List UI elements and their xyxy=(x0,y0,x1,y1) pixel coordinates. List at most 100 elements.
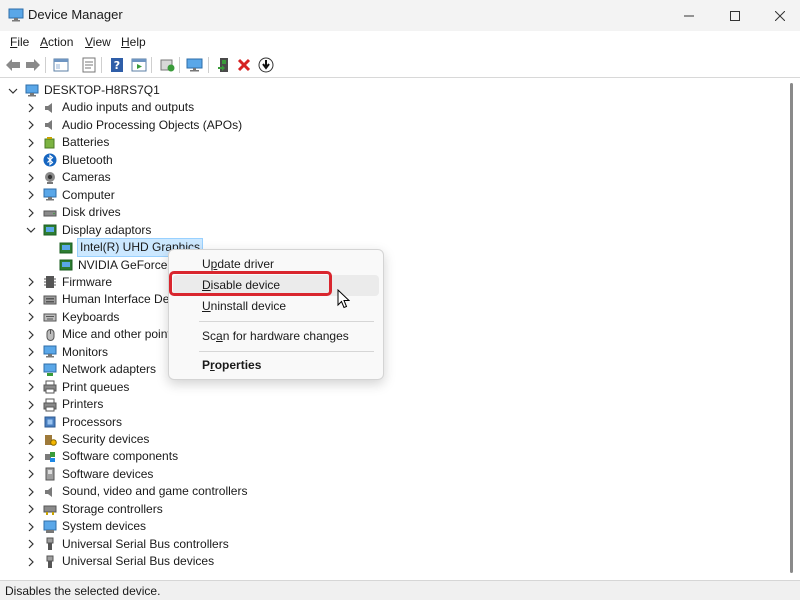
context-menu-separator xyxy=(199,321,374,322)
add-legacy-hardware-button[interactable] xyxy=(214,55,234,75)
scrollbar-thumb[interactable] xyxy=(790,83,793,573)
update-driver-button[interactable] xyxy=(157,55,177,75)
back-button[interactable] xyxy=(3,55,23,75)
add-legacy-hardware-icon xyxy=(218,58,228,72)
expand-chevron-icon[interactable] xyxy=(25,364,37,376)
tree-category-audio-processing-objects-apos[interactable]: Audio Processing Objects (APOs) xyxy=(25,117,242,134)
disk-drive-icon xyxy=(43,206,57,220)
tree-category-label: Universal Serial Bus devices xyxy=(62,554,215,569)
maximize-button[interactable] xyxy=(715,0,755,31)
expand-chevron-icon[interactable] xyxy=(25,486,37,498)
tree-category-display-adaptors[interactable]: Display adaptors xyxy=(25,222,151,239)
tree-category-audio-inputs-and-outputs[interactable]: Audio inputs and outputs xyxy=(25,99,194,116)
tree-category-label: Software components xyxy=(62,449,179,464)
menu-file[interactable]: File xyxy=(10,35,29,49)
expand-chevron-icon[interactable] xyxy=(25,503,37,515)
tree-category-print-queues[interactable]: Print queues xyxy=(25,379,129,396)
tree-category-universal-serial-bus-controllers[interactable]: Universal Serial Bus controllers xyxy=(25,536,229,553)
close-button[interactable] xyxy=(760,0,800,31)
tree-category-software-components[interactable]: Software components xyxy=(25,448,178,465)
printer-icon xyxy=(43,380,57,394)
maximize-icon xyxy=(730,10,740,21)
context-menu-scan-hardware[interactable]: Scan for hardware changes xyxy=(173,326,379,347)
keyboard-icon xyxy=(43,310,57,324)
expand-chevron-icon[interactable] xyxy=(25,102,37,114)
expand-chevron-icon[interactable] xyxy=(25,538,37,550)
expand-chevron-icon[interactable] xyxy=(25,434,37,446)
action-pane-button[interactable] xyxy=(129,55,149,75)
menu-help[interactable]: Help xyxy=(121,35,146,49)
tree-category-universal-serial-bus-devices[interactable]: Universal Serial Bus devices xyxy=(25,553,214,570)
bluetooth-icon xyxy=(43,153,57,167)
properties-button[interactable] xyxy=(79,55,99,75)
expand-chevron-icon[interactable] xyxy=(25,416,37,428)
tree-category-label: Software devices xyxy=(62,466,154,481)
expand-chevron-icon[interactable] xyxy=(25,346,37,358)
tree-category-cameras[interactable]: Cameras xyxy=(25,169,111,186)
system-device-icon xyxy=(43,520,57,534)
menu-view[interactable]: View xyxy=(85,35,111,49)
minimize-button[interactable] xyxy=(669,0,709,31)
software-device-icon xyxy=(43,467,57,481)
tree-category-network-adapters[interactable]: Network adapters xyxy=(25,361,156,378)
tree-category-firmware[interactable]: Firmware xyxy=(25,274,112,291)
expand-chevron-icon[interactable] xyxy=(25,521,37,533)
expand-chevron-icon[interactable] xyxy=(25,137,37,149)
tree-category-disk-drives[interactable]: Disk drives xyxy=(25,204,121,221)
uninstall-device-button[interactable] xyxy=(234,55,254,75)
expand-chevron-icon[interactable] xyxy=(25,381,37,393)
expand-chevron-icon[interactable] xyxy=(25,172,37,184)
menu-action[interactable]: Action xyxy=(40,35,73,49)
expand-chevron-icon[interactable] xyxy=(25,276,37,288)
expand-chevron-icon[interactable] xyxy=(25,294,37,306)
expand-chevron-icon[interactable] xyxy=(25,451,37,463)
tree-category-sound-video-and-game-controllers[interactable]: Sound, video and game controllers xyxy=(25,483,247,500)
forward-button[interactable] xyxy=(23,55,43,75)
tree-category-label: Computer xyxy=(62,187,115,202)
tree-category-system-devices[interactable]: System devices xyxy=(25,518,146,535)
tree-category-label: Disk drives xyxy=(62,205,121,220)
computer-name: DESKTOP-H8RS7Q1 xyxy=(44,83,160,97)
collapse-chevron-icon[interactable] xyxy=(7,85,19,97)
battery-icon xyxy=(43,136,57,150)
speaker-icon xyxy=(43,485,57,499)
tree-category-mice-and-other-pointin[interactable]: Mice and other pointin xyxy=(25,326,180,343)
tree-category-keyboards[interactable]: Keyboards xyxy=(25,309,119,326)
tree-category-software-devices[interactable]: Software devices xyxy=(25,466,153,483)
vertical-scrollbar[interactable] xyxy=(786,79,798,576)
show-hide-console-tree-button[interactable] xyxy=(51,55,71,75)
collapse-chevron-icon[interactable] xyxy=(25,224,37,236)
scan-hardware-button[interactable] xyxy=(185,55,205,75)
expand-chevron-icon[interactable] xyxy=(25,154,37,166)
tree-category-label: Mice and other pointin xyxy=(62,327,181,342)
expand-chevron-icon[interactable] xyxy=(25,468,37,480)
help-button[interactable]: ? xyxy=(107,55,127,75)
close-icon xyxy=(775,10,785,21)
tree-category-batteries[interactable]: Batteries xyxy=(25,134,109,151)
tree-category-computer[interactable]: Computer xyxy=(25,187,115,204)
tree-category-security-devices[interactable]: Security devices xyxy=(25,431,149,448)
printer-icon xyxy=(43,398,57,412)
tree-category-storage-controllers[interactable]: Storage controllers xyxy=(25,501,163,518)
highlight-annotation-box xyxy=(169,271,332,296)
tree-category-human-interface-device[interactable]: Human Interface Device xyxy=(25,291,191,308)
context-menu-properties[interactable]: Properties xyxy=(173,355,379,376)
device-manager-app-icon xyxy=(8,8,24,22)
tree-category-label: System devices xyxy=(62,519,147,534)
expand-chevron-icon[interactable] xyxy=(25,311,37,323)
expand-chevron-icon[interactable] xyxy=(25,399,37,411)
disable-device-button[interactable] xyxy=(256,55,276,75)
expand-chevron-icon[interactable] xyxy=(25,207,37,219)
expand-chevron-icon[interactable] xyxy=(25,556,37,568)
tree-category-processors[interactable]: Processors xyxy=(25,414,122,431)
expand-chevron-icon[interactable] xyxy=(25,329,37,341)
properties-icon xyxy=(82,57,96,73)
tree-category-printers[interactable]: Printers xyxy=(25,396,103,413)
expand-chevron-icon[interactable] xyxy=(25,189,37,201)
menu-bar: File Action View Help xyxy=(0,31,800,54)
expand-chevron-icon[interactable] xyxy=(25,119,37,131)
firmware-icon xyxy=(43,275,57,289)
tree-root[interactable]: DESKTOP-H8RS7Q1 xyxy=(7,82,160,99)
tree-category-bluetooth[interactable]: Bluetooth xyxy=(25,152,113,169)
tree-category-monitors[interactable]: Monitors xyxy=(25,344,108,361)
